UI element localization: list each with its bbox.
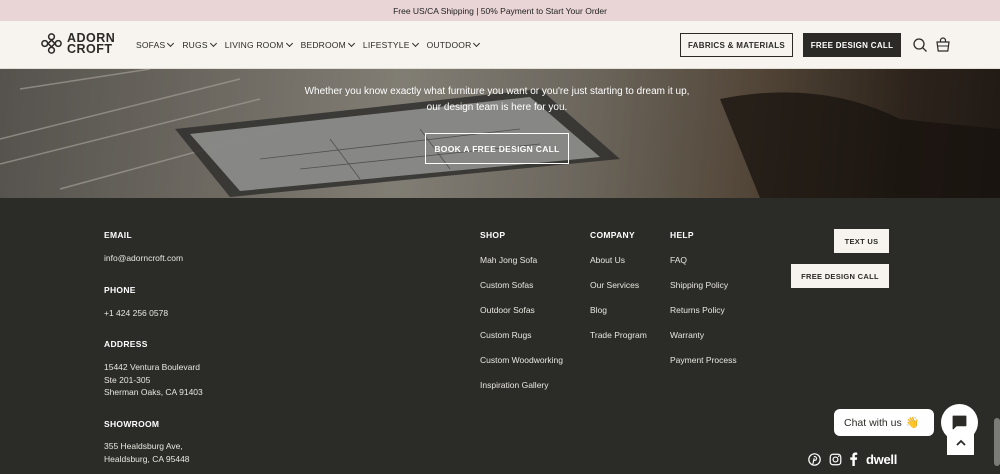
chevron-down-icon [473, 39, 481, 48]
help-link-faq[interactable]: FAQ [670, 255, 687, 265]
phone-link[interactable]: +1 424 256 0578 [104, 308, 168, 318]
chat-bubble-icon [952, 415, 967, 430]
shop-link-custom-woodworking[interactable]: Custom Woodworking [480, 355, 563, 365]
address-line-2: Ste 201-305 [104, 374, 151, 385]
text-us-button[interactable]: TEXT US [834, 229, 889, 253]
help-link-payment-process[interactable]: Payment Process [670, 355, 737, 365]
company-link-blog[interactable]: Blog [590, 305, 607, 315]
help-link-returns-policy[interactable]: Returns Policy [670, 305, 725, 315]
dwell-link[interactable]: dwell [866, 452, 897, 467]
company-heading: COMPANY [590, 230, 635, 240]
logo-mark-icon [41, 33, 62, 54]
site-header: ADORN CROFT SOFAS RUGS LIVING ROOM BEDRO… [0, 21, 1000, 69]
email-heading: EMAIL [104, 230, 132, 240]
showroom-heading: SHOWROOM [104, 419, 160, 429]
shop-link-custom-sofas[interactable]: Custom Sofas [480, 280, 533, 290]
free-design-call-button[interactable]: FREE DESIGN CALL [803, 33, 901, 57]
main-nav: SOFAS RUGS LIVING ROOM BEDROOM LIFESTYLE… [136, 21, 488, 69]
company-link-trade-program[interactable]: Trade Program [590, 330, 647, 340]
email-link[interactable]: info@adorncroft.com [104, 253, 183, 263]
chevron-down-icon [347, 39, 355, 48]
nav-item-sofas[interactable]: SOFAS [136, 39, 175, 50]
nav-label: LIFESTYLE [362, 40, 410, 50]
chevron-down-icon [285, 39, 293, 48]
nav-item-living-room[interactable]: LIVING ROOM [224, 39, 293, 50]
shop-link-mah-jong-sofa[interactable]: Mah Jong Sofa [480, 255, 537, 265]
hero-description: Whether you know exactly what furniture … [304, 86, 690, 113]
shop-link-inspiration-gallery[interactable]: Inspiration Gallery [480, 380, 549, 390]
facebook-icon[interactable] [849, 452, 858, 466]
fabrics-materials-button[interactable]: FABRICS & MATERIALS [680, 33, 793, 57]
nav-label: SOFAS [136, 40, 166, 50]
page-scrollbar[interactable] [994, 418, 1000, 466]
nav-label: OUTDOOR [426, 40, 472, 50]
help-heading: HELP [670, 230, 694, 240]
instagram-icon[interactable] [829, 453, 842, 466]
social-links: dwell [808, 452, 897, 467]
address-line-3: Sherman Oaks, CA 91403 [104, 387, 203, 397]
shop-link-custom-rugs[interactable]: Custom Rugs [480, 330, 532, 340]
search-icon[interactable] [912, 37, 928, 53]
nav-item-lifestyle[interactable]: LIFESTYLE [362, 39, 419, 50]
scroll-to-top-button[interactable] [947, 430, 974, 455]
nav-label: RUGS [182, 40, 208, 50]
company-link-about-us[interactable]: About Us [590, 255, 625, 265]
company-link-our-services[interactable]: Our Services [590, 280, 639, 290]
chevron-down-icon [209, 39, 217, 48]
nav-item-bedroom[interactable]: BEDROOM [300, 39, 355, 50]
nav-item-rugs[interactable]: RUGS [182, 39, 217, 50]
logo[interactable]: ADORN CROFT [40, 31, 115, 56]
shop-heading: SHOP [480, 230, 506, 240]
cart-icon[interactable] [935, 37, 951, 53]
chat-label: Chat with us [844, 416, 902, 429]
chevron-down-icon [167, 39, 175, 48]
logo-line-2: CROFT [67, 41, 113, 56]
announcement-text: Free US/CA Shipping | 50% Payment to Sta… [393, 5, 607, 16]
chevron-down-icon [411, 39, 419, 48]
hero-banner: Whether you know exactly what furniture … [0, 69, 1000, 198]
showroom-line-2: Healdsburg, CA 95448 [104, 453, 190, 464]
help-link-warranty[interactable]: Warranty [670, 330, 704, 340]
showroom-line-1: 355 Healdsburg Ave, [104, 441, 183, 451]
chat-with-us-button[interactable]: Chat with us 👋 [834, 409, 934, 436]
pinterest-icon[interactable] [808, 452, 821, 466]
help-link-shipping-policy[interactable]: Shipping Policy [670, 280, 728, 290]
phone-heading: PHONE [104, 285, 136, 295]
footer-design-call-button[interactable]: FREE DESIGN CALL [791, 264, 889, 288]
nav-item-outdoor[interactable]: OUTDOOR [426, 39, 481, 50]
nav-label: LIVING ROOM [224, 40, 284, 50]
book-design-call-button[interactable]: BOOK A FREE DESIGN CALL [425, 133, 569, 164]
shop-link-outdoor-sofas[interactable]: Outdoor Sofas [480, 305, 535, 315]
wave-emoji: 👋 [905, 417, 920, 429]
announcement-bar: Free US/CA Shipping | 50% Payment to Sta… [0, 0, 1000, 21]
nav-label: BEDROOM [300, 40, 346, 50]
chevron-up-icon [955, 439, 966, 446]
address-line-1: 15442 Ventura Boulevard [104, 362, 200, 372]
address-heading: ADDRESS [104, 339, 148, 349]
